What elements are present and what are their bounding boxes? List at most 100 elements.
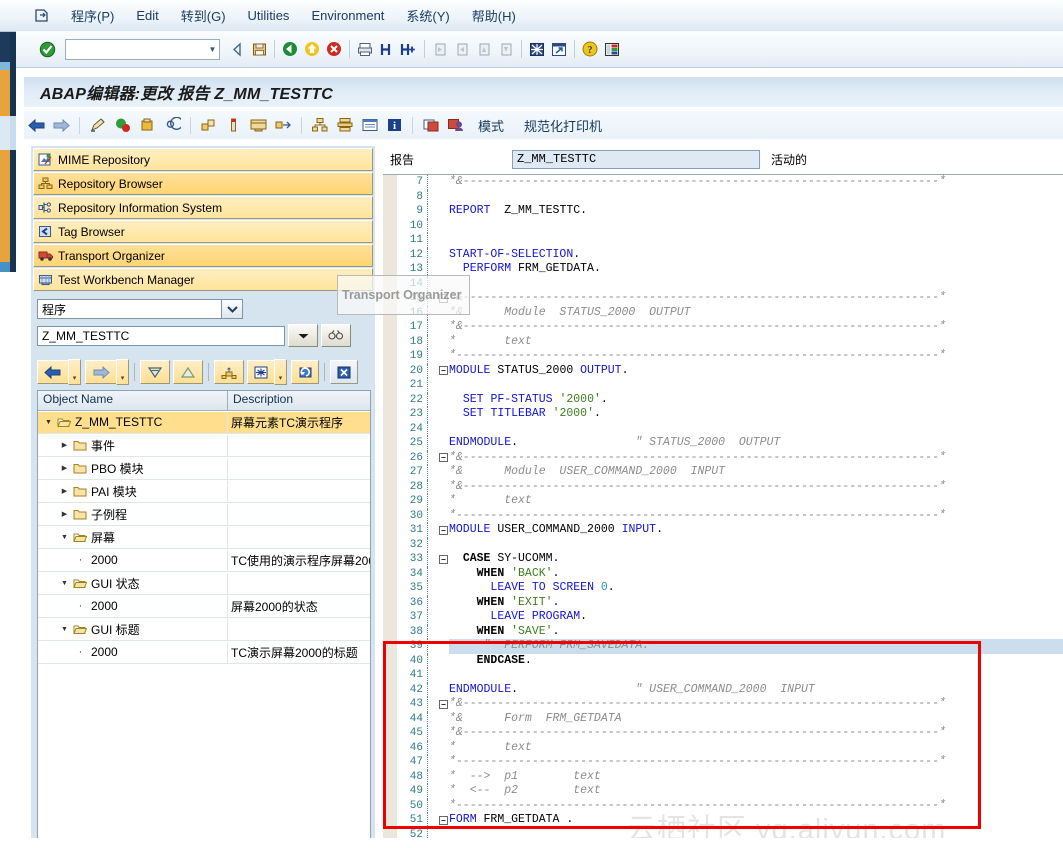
tree-forward-dropdown[interactable]: ▾ (116, 359, 129, 385)
code-line[interactable]: 44 *& Form FRM_GETDATA (383, 711, 1063, 726)
new-session-icon[interactable] (526, 38, 548, 60)
code-line[interactable]: 13 PERFORM FRM_GETDATA. (383, 262, 1063, 277)
tree-refresh-button[interactable] (291, 360, 319, 384)
code-line[interactable]: 22 SET PF-STATUS '2000'. (383, 392, 1063, 407)
tree-row[interactable]: ▶ PAI 模块 (38, 480, 370, 503)
command-field[interactable]: ▼ (65, 38, 220, 60)
code-line[interactable]: 32 (383, 537, 1063, 552)
stack-icon[interactable] (332, 114, 357, 136)
code-line[interactable]: 47 *-------------------------------------… (383, 755, 1063, 770)
code-line[interactable]: 46 * text (383, 740, 1063, 755)
tree-row[interactable]: ▶ 子例程 (38, 503, 370, 526)
code-line[interactable]: 8 (383, 189, 1063, 204)
replicate-icon[interactable] (418, 114, 443, 136)
code-line[interactable]: 12 START-OF-SELECTION. (383, 247, 1063, 262)
tree-row[interactable]: ▶ PBO 模块 (38, 457, 370, 480)
code-line[interactable]: 37 LEAVE PROGRAM. (383, 610, 1063, 625)
previous-page-icon[interactable] (451, 38, 473, 60)
menu-program[interactable]: 程序(P) (60, 4, 125, 27)
code-line[interactable]: 18 * text (383, 334, 1063, 349)
sidebar-item-test-workbench-manager[interactable]: Test Workbench Manager (33, 268, 373, 291)
back-arrow-icon[interactable] (226, 38, 248, 60)
help-icon[interactable]: ? (579, 38, 601, 60)
pattern-icon[interactable] (135, 114, 160, 136)
object-name-search-button[interactable] (321, 324, 351, 347)
tree-expand-all-button[interactable] (140, 360, 170, 384)
toolbar-label-pretty-printer[interactable]: 规范化打印机 (514, 116, 612, 135)
pretty-printer-icon[interactable] (160, 114, 185, 136)
tree-collapse-toggle-icon[interactable]: ▶ (58, 464, 71, 472)
sidebar-item-repository-information-system[interactable]: Repository Information System (33, 196, 373, 219)
menu-edit[interactable]: Edit (125, 6, 169, 25)
tree-collapse-all-button[interactable] (173, 360, 203, 384)
forward-blue-arrow-icon[interactable] (49, 114, 74, 136)
sidebar-item-repository-browser[interactable]: Repository Browser (33, 172, 373, 195)
screen-painter-icon[interactable] (246, 114, 271, 136)
code-line[interactable]: 39 " PERFORM FRM_SAVEDATA. (383, 639, 1063, 654)
code-line[interactable]: 51 FORM FRM_GETDATA . (383, 813, 1063, 828)
code-line[interactable]: 21 (383, 378, 1063, 393)
info-icon[interactable]: i (382, 114, 407, 136)
code-line[interactable]: 35 LEAVE TO SCREEN 0. (383, 581, 1063, 596)
tree-row[interactable]: · 2000 屏幕2000的状态 (38, 595, 370, 618)
code-line[interactable]: 34 WHEN 'BACK'. (383, 566, 1063, 581)
tree-row[interactable]: ▼ GUI 状态 (38, 572, 370, 595)
tree-row[interactable]: ▼ Z_MM_TESTTC 屏幕元素TC演示程序 (38, 411, 370, 434)
menu-environment[interactable]: Environment (300, 6, 395, 25)
tree-forward-button[interactable] (85, 360, 117, 384)
check-syntax-pencil-icon[interactable] (85, 114, 110, 136)
sidebar-item-mime-repository[interactable]: MIME Repository (33, 148, 373, 171)
where-used-icon[interactable] (357, 114, 382, 136)
tree-row[interactable]: ▼ 屏幕 (38, 526, 370, 549)
code-line[interactable]: 42 ENDMODULE. " USER_COMMAND_2000 INPUT (383, 682, 1063, 697)
back-green-icon[interactable] (279, 38, 301, 60)
tree-back-button[interactable] (37, 360, 69, 384)
first-page-icon[interactable] (429, 38, 451, 60)
fold-toggle-icon[interactable] (437, 525, 449, 535)
tree-find-dropdown[interactable]: ▾ (274, 359, 287, 385)
object-name-input[interactable]: Z_MM_TESTTC (37, 325, 285, 346)
object-navigator-icon[interactable] (307, 114, 332, 136)
fold-toggle-icon[interactable] (437, 453, 449, 463)
code-line[interactable]: 26 *&------------------------------------… (383, 450, 1063, 465)
code-line[interactable]: 10 (383, 218, 1063, 233)
code-line[interactable]: 50 *-------------------------------------… (383, 798, 1063, 813)
code-line[interactable]: 19 *-------------------------------------… (383, 349, 1063, 364)
fold-toggle-icon[interactable] (437, 366, 449, 376)
code-line[interactable]: 27 *& Module USER_COMMAND_2000 INPUT (383, 465, 1063, 480)
code-line[interactable]: 20 MODULE STATUS_2000 OUTPUT. (383, 363, 1063, 378)
menu-utilities[interactable]: Utilities (237, 6, 301, 25)
code-line[interactable]: 15*&------------------------------------… (383, 291, 1063, 306)
tree-back-dropdown[interactable]: ▾ (68, 359, 81, 385)
find-next-icon[interactable] (398, 38, 420, 60)
code-editor[interactable]: 7 *&-------------------------------------… (383, 174, 1063, 844)
fold-toggle-icon[interactable] (437, 554, 449, 564)
code-line[interactable]: 49 * <-- p2 text (383, 784, 1063, 799)
tree-row[interactable]: · 2000 TC使用的演示程序屏幕2000 (38, 549, 370, 572)
code-line[interactable]: 41 (383, 668, 1063, 683)
navigate-icon[interactable] (271, 114, 296, 136)
print-icon[interactable] (354, 38, 376, 60)
code-line[interactable]: 28 *&------------------------------------… (383, 479, 1063, 494)
object-name-dropdown-button[interactable] (288, 324, 318, 347)
report-name-field[interactable]: Z_MM_TESTTC (512, 149, 760, 169)
cancel-red-icon[interactable] (323, 38, 345, 60)
code-line[interactable]: 38 WHEN 'SAVE'. (383, 624, 1063, 639)
back-blue-arrow-icon[interactable] (24, 114, 49, 136)
menu-help[interactable]: 帮助(H) (461, 4, 527, 27)
tree-header-description[interactable]: Description (228, 391, 370, 410)
tree-row[interactable]: · 2000 TC演示屏幕2000的标题 (38, 641, 370, 664)
exit-yellow-icon[interactable] (301, 38, 323, 60)
code-line[interactable]: 14 (383, 276, 1063, 291)
menu-goto[interactable]: 转到(G) (170, 4, 237, 27)
activate-icon[interactable] (110, 114, 135, 136)
code-line[interactable]: 30 *-------------------------------------… (383, 508, 1063, 523)
next-page-icon[interactable] (473, 38, 495, 60)
code-line[interactable]: 9 REPORT Z_MM_TESTTC. (383, 204, 1063, 219)
code-line[interactable]: 33 CASE SY-UCOMM. (383, 552, 1063, 567)
program-menu-icon[interactable] (34, 8, 50, 23)
tree-row[interactable]: ▶ 事件 (38, 434, 370, 457)
code-line[interactable]: 7 *&-------------------------------------… (383, 175, 1063, 190)
toolbar-label-mode[interactable]: 模式 (468, 116, 514, 135)
code-line[interactable]: 45 *&------------------------------------… (383, 726, 1063, 741)
